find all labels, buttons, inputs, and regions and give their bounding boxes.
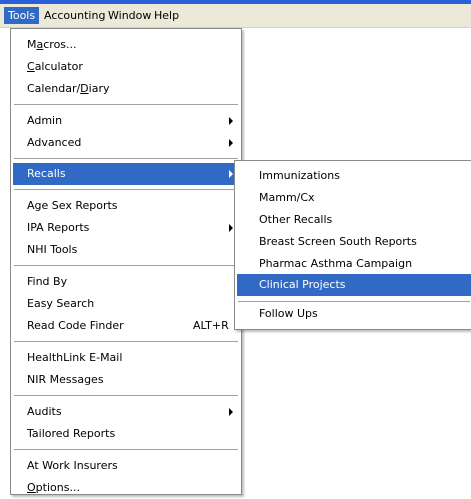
menu-item-label: Find By xyxy=(27,275,68,288)
menu-window[interactable]: Window xyxy=(104,7,155,24)
submenu-item-pharmac-asthma-campaign[interactable]: Pharmac Asthma Campaign xyxy=(237,253,471,275)
menu-separator xyxy=(14,341,238,342)
menu-item-label: Tailored Reports xyxy=(27,427,116,440)
menu-item-nir-messages[interactable]: NIR Messages xyxy=(13,369,239,391)
menu-item-label: Clinical Projects xyxy=(259,278,346,291)
menu-item-label: Breast Screen South Reports xyxy=(259,235,417,248)
label-part: iary xyxy=(88,82,110,95)
menu-item-label: IPA Reports xyxy=(27,221,90,234)
submenu-arrow-icon xyxy=(229,224,233,232)
mnemonic-letter: O xyxy=(27,481,36,494)
menu-separator xyxy=(14,189,238,190)
menu-item-healthlink-email[interactable]: HealthLink E-Mail xyxy=(13,347,239,369)
menu-item-label: HealthLink E-Mail xyxy=(27,351,123,364)
submenu-item-clinical-projects[interactable]: Clinical Projects xyxy=(237,274,471,296)
menu-separator xyxy=(238,301,470,302)
menu-item-label: At Work Insurers xyxy=(27,459,118,472)
menu-item-find-by[interactable]: Find By xyxy=(13,271,239,293)
label-part: alculator xyxy=(34,60,83,73)
menu-item-at-work-insurers[interactable]: At Work Insurers xyxy=(13,455,239,477)
menu-item-calculator[interactable]: Calculator xyxy=(13,56,239,78)
menu-item-label: Easy Search xyxy=(27,297,95,310)
menu-item-tailored-reports[interactable]: Tailored Reports xyxy=(13,423,239,445)
submenu-arrow-icon xyxy=(229,139,233,147)
menu-item-age-sex-reports[interactable]: Age Sex Reports xyxy=(13,195,239,217)
submenu-arrow-icon xyxy=(229,408,233,416)
submenu-item-other-recalls[interactable]: Other Recalls xyxy=(237,209,471,231)
recalls-submenu: Immunizations Mamm/Cx Other Recalls Brea… xyxy=(234,160,471,306)
menu-item-label: Follow Ups xyxy=(259,307,318,320)
menu-item-calendar-diary[interactable]: Calendar/Diary xyxy=(13,78,239,100)
menu-accounting[interactable]: Accounting xyxy=(40,7,109,24)
menu-separator xyxy=(14,104,238,105)
menu-item-label: NIR Messages xyxy=(27,373,104,386)
menu-item-label: Immunizations xyxy=(259,169,340,182)
label-part: cros... xyxy=(43,38,77,51)
menu-separator xyxy=(14,449,238,450)
menu-item-read-code-finder[interactable]: Read Code Finder ALT+R xyxy=(13,315,239,337)
menu-item-macros[interactable]: Macros... xyxy=(13,34,239,56)
menu-item-label: Recalls xyxy=(27,167,66,180)
menu-item-label: Admin xyxy=(27,114,63,127)
menu-item-label: Other Recalls xyxy=(259,213,333,226)
submenu-item-follow-ups[interactable]: Follow Ups xyxy=(237,303,471,325)
submenu-arrow-icon xyxy=(229,117,233,125)
submenu-item-immunizations[interactable]: Immunizations xyxy=(237,165,471,187)
menu-item-ipa-reports[interactable]: IPA Reports xyxy=(13,217,239,239)
menu-item-audits[interactable]: Audits xyxy=(13,401,239,423)
mnemonic-letter: D xyxy=(80,82,89,95)
menu-help[interactable]: Help xyxy=(150,7,183,24)
menu-separator xyxy=(14,395,238,396)
menu-item-label: Mamm/Cx xyxy=(259,191,315,204)
mnemonic-letter: C xyxy=(27,60,35,73)
menu-item-admin[interactable]: Admin xyxy=(13,110,239,132)
menu-item-options[interactable]: Options... xyxy=(13,477,239,499)
menu-item-recalls[interactable]: Recalls xyxy=(13,163,239,185)
menu-item-calendar-label: Calendar/Diary xyxy=(27,78,110,100)
menu-item-nhi-tools[interactable]: NHI Tools xyxy=(13,239,239,261)
menu-item-easy-search[interactable]: Easy Search xyxy=(13,293,239,315)
submenu-item-breast-screen-south-reports[interactable]: Breast Screen South Reports xyxy=(237,231,471,253)
menu-item-shortcut: ALT+R xyxy=(193,319,229,332)
recalls-submenu-bottom: Follow Ups xyxy=(234,300,471,330)
menu-item-options-label: Options... xyxy=(27,477,80,499)
menu-item-label: Read Code Finder xyxy=(27,319,124,332)
menu-item-label: Age Sex Reports xyxy=(27,199,118,212)
menu-separator xyxy=(14,158,238,159)
menu-item-calculator-label: Calculator xyxy=(27,56,83,78)
menu-separator xyxy=(14,265,238,266)
submenu-arrow-icon xyxy=(229,170,233,178)
menu-item-label: Advanced xyxy=(27,136,82,149)
label-part: Calendar/ xyxy=(27,82,81,95)
submenu-item-mamm-cx[interactable]: Mamm/Cx xyxy=(237,187,471,209)
menu-item-macros-label: Macros... xyxy=(27,34,77,56)
menu-item-advanced[interactable]: Advanced xyxy=(13,132,239,154)
menu-item-label: Pharmac Asthma Campaign xyxy=(259,257,413,270)
menu-item-label: NHI Tools xyxy=(27,243,78,256)
label-part: ptions... xyxy=(35,481,80,494)
menu-item-label: Audits xyxy=(27,405,62,418)
menu-bar: Tools Accounting Window Help xyxy=(0,4,471,28)
label-part: M xyxy=(27,38,37,51)
tools-menu: Macros... Calculator Calendar/Diary Admi… xyxy=(10,28,242,495)
menu-tools[interactable]: Tools xyxy=(4,7,40,24)
